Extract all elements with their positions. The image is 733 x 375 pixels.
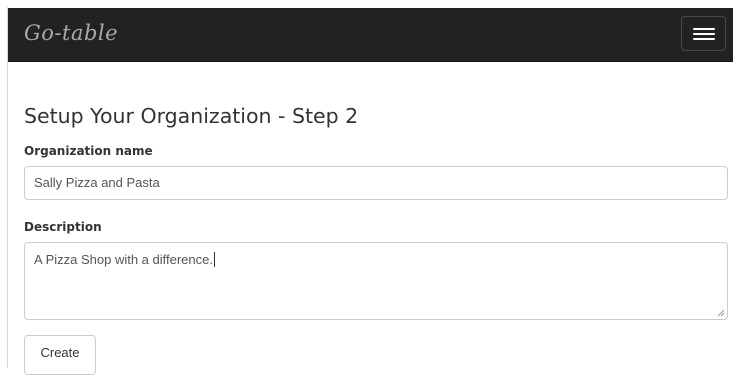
top-navbar: Go-table: [8, 8, 733, 62]
description-value: A Pizza Shop with a difference.: [34, 252, 213, 267]
brand-logo[interactable]: Go-table: [24, 19, 118, 47]
create-button[interactable]: Create: [24, 335, 96, 375]
organization-name-value: Sally Pizza and Pasta: [34, 175, 160, 190]
description-label: Description: [24, 220, 102, 234]
resize-grip-icon[interactable]: [717, 309, 725, 317]
organization-name-input[interactable]: Sally Pizza and Pasta: [24, 166, 728, 200]
text-caret: [213, 252, 215, 267]
hamburger-menu-icon: [693, 28, 715, 30]
description-textarea[interactable]: A Pizza Shop with a difference.: [24, 242, 728, 320]
organization-name-label: Organization name: [24, 144, 153, 158]
menu-toggle-button[interactable]: [681, 16, 726, 51]
page-title: Setup Your Organization - Step 2: [24, 104, 359, 128]
